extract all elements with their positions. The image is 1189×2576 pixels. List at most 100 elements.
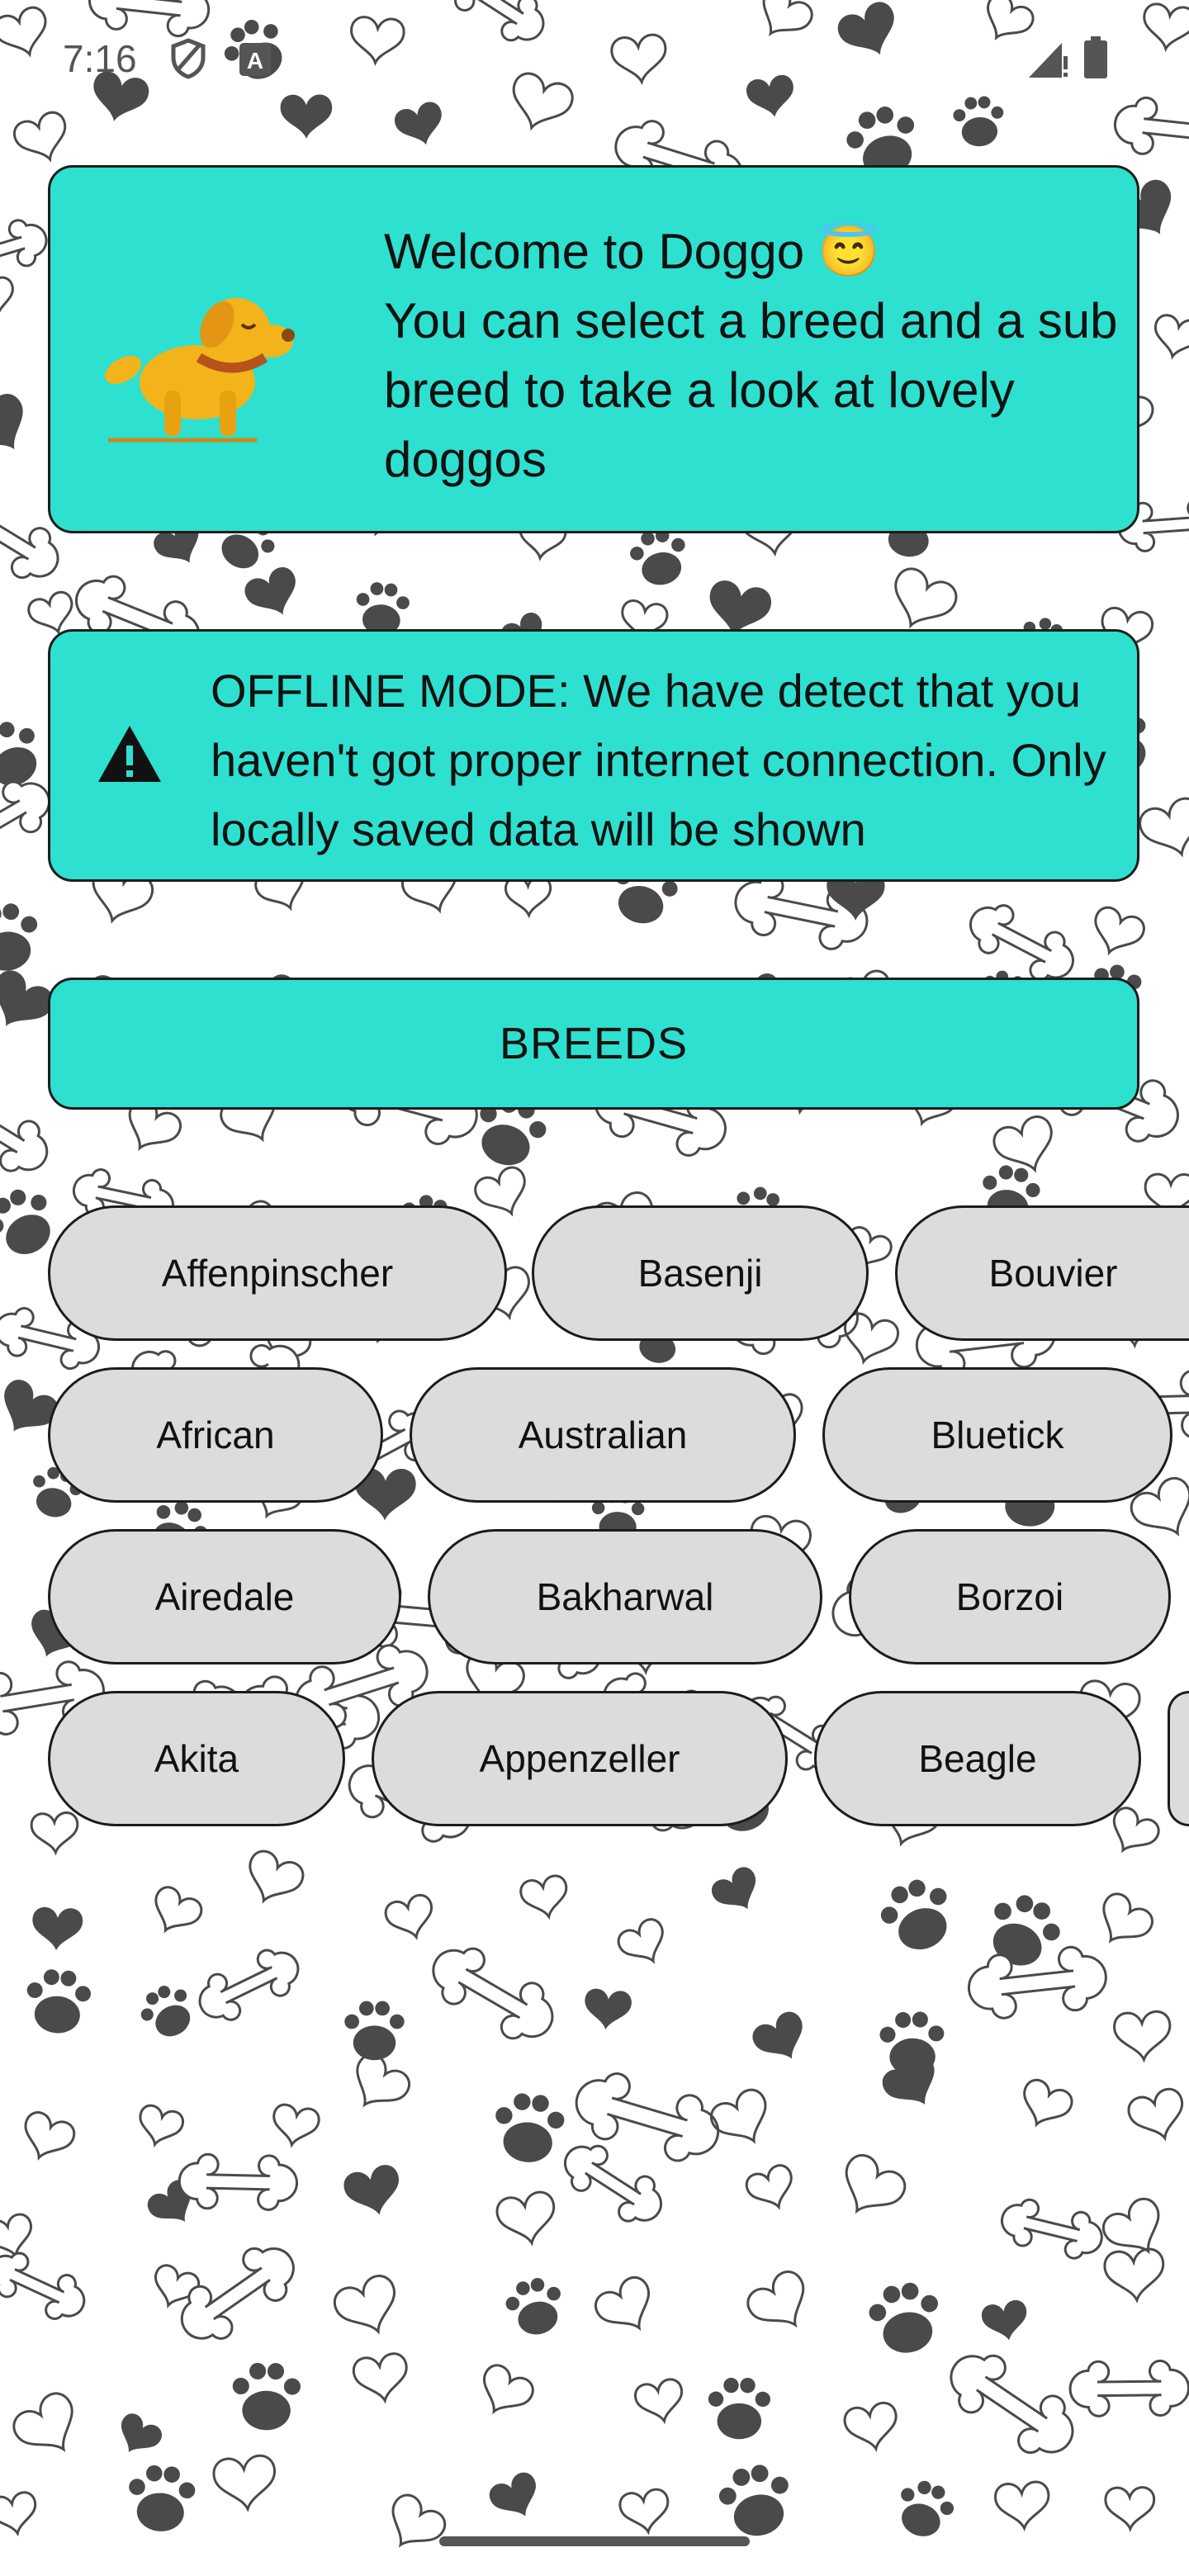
heart-pattern-icon — [594, 2275, 651, 2332]
heart-pattern-icon — [504, 875, 552, 919]
battery-icon — [1084, 36, 1107, 78]
heart-pattern-icon — [745, 2164, 793, 2210]
heart-pattern-icon — [617, 1918, 664, 1964]
breed-chip[interactable]: Appenzeller — [372, 1691, 788, 1826]
heart-pattern-icon — [24, 2111, 76, 2162]
breed-chip[interactable]: Australian — [410, 1367, 796, 1503]
heart-pattern-icon — [1094, 906, 1145, 956]
breed-chip-label: Akita — [154, 1737, 239, 1780]
heart-pattern-icon — [32, 1906, 83, 1951]
status-bar: 7:16 A — [0, 0, 1189, 116]
paw-pattern-icon — [232, 2362, 301, 2431]
breed-chip-label: African — [156, 1413, 275, 1456]
bone-pattern-icon — [1068, 2359, 1189, 2417]
heart-pattern-icon — [712, 1867, 756, 1910]
heart-pattern-icon — [244, 567, 296, 615]
heart-pattern-icon — [1104, 2486, 1156, 2532]
heart-pattern-icon — [1127, 2087, 1184, 2142]
breed-chip-label: Airedale — [154, 1575, 295, 1618]
paw-pattern-icon — [129, 2465, 196, 2531]
heart-pattern-icon — [752, 2011, 803, 2059]
bone-pattern-icon — [1001, 2198, 1103, 2260]
heart-pattern-icon — [391, 2493, 447, 2548]
welcome-text: Welcome to Doggo 😇 You can select a bree… — [384, 217, 1127, 495]
breed-chip[interactable]: Beagle — [814, 1691, 1141, 1826]
breed-chip[interactable]: Bluetick — [822, 1367, 1172, 1503]
breed-chip[interactable]: Basenji — [532, 1205, 869, 1341]
welcome-body: You can select a breed and a sub breed t… — [384, 293, 1118, 487]
heart-pattern-icon — [845, 2153, 907, 2214]
paw-pattern-icon — [26, 1969, 91, 2034]
heart-pattern-icon — [384, 1894, 433, 1940]
heart-pattern-icon — [710, 2088, 767, 2144]
bone-pattern-icon — [198, 1949, 300, 2021]
font-a-icon: A — [239, 43, 271, 76]
breed-chip[interactable]: Affenpinscher — [48, 1205, 507, 1341]
offline-message: OFFLINE MODE: We have detect that you ha… — [211, 665, 1106, 855]
breed-chip-label: Appenzeller — [479, 1737, 680, 1780]
breed-chip[interactable] — [1168, 1691, 1189, 1826]
bone-pattern-icon — [0, 219, 48, 282]
heart-pattern-icon — [994, 2480, 1050, 2532]
bone-pattern-icon — [432, 1947, 554, 2040]
heart-pattern-icon — [0, 2491, 37, 2537]
heart-pattern-icon — [746, 2271, 805, 2328]
heart-pattern-icon — [982, 2299, 1027, 2341]
breed-chip-label: Australian — [518, 1413, 688, 1456]
breeds-button[interactable]: BREEDS — [48, 978, 1139, 1110]
heart-pattern-icon — [618, 2488, 670, 2536]
heart-pattern-icon — [1102, 1892, 1153, 1944]
paw-pattern-icon — [869, 2282, 938, 2353]
breed-chip-label: Beagle — [918, 1737, 1037, 1780]
paw-pattern-icon — [140, 1986, 191, 2037]
bone-pattern-icon — [564, 2144, 662, 2223]
breed-chip[interactable]: Akita — [48, 1691, 345, 1826]
heart-pattern-icon — [882, 2055, 935, 2105]
bone-pattern-icon — [178, 2152, 299, 2211]
breed-chip[interactable]: African — [48, 1367, 383, 1503]
heart-pattern-icon — [1154, 314, 1189, 360]
heart-pattern-icon — [343, 2165, 399, 2215]
paw-pattern-icon — [901, 2480, 955, 2536]
breed-chip-label: Bakharwal — [536, 1575, 714, 1618]
home-indicator[interactable] — [439, 2536, 750, 2546]
heart-pattern-icon — [585, 1988, 632, 2030]
heart-pattern-icon — [1139, 797, 1189, 858]
paw-pattern-icon — [718, 2465, 789, 2536]
paw-pattern-icon — [708, 2377, 771, 2440]
welcome-card: Welcome to Doggo 😇 You can select a bree… — [48, 165, 1139, 533]
bone-pattern-icon — [950, 2354, 1074, 2455]
bone-pattern-icon — [969, 904, 1074, 982]
bone-pattern-icon — [180, 2247, 295, 2340]
paw-pattern-icon — [344, 2001, 405, 2061]
heart-pattern-icon — [894, 567, 958, 629]
breeds-button-label: BREEDS — [499, 1019, 689, 1068]
breed-chip[interactable]: Bouvier — [895, 1205, 1189, 1341]
heart-pattern-icon — [356, 2053, 411, 2108]
shield-icon — [171, 38, 206, 79]
dog-illustration-icon — [105, 298, 295, 443]
heart-pattern-icon — [0, 393, 23, 450]
heart-pattern-icon — [121, 2413, 162, 2453]
paw-pattern-icon — [880, 1879, 947, 1950]
breed-chip[interactable]: Borzoi — [849, 1529, 1171, 1664]
breed-chip[interactable]: Airedale — [48, 1529, 401, 1664]
heart-pattern-icon — [353, 2352, 408, 2404]
heart-pattern-icon — [489, 2472, 536, 2517]
heart-pattern-icon — [843, 2401, 898, 2452]
heart-pattern-icon — [139, 2104, 184, 2148]
breed-chip-label: Basenji — [637, 1252, 763, 1295]
heart-pattern-icon — [0, 276, 14, 320]
heart-pattern-icon — [1023, 2078, 1073, 2128]
heart-pattern-icon — [212, 2454, 276, 2512]
paw-pattern-icon — [505, 2278, 561, 2335]
breed-chip-label: Bluetick — [931, 1413, 1064, 1456]
heart-pattern-icon — [1103, 2247, 1165, 2304]
breed-chip-label: Affenpinscher — [161, 1252, 394, 1295]
paw-pattern-icon — [630, 528, 685, 585]
svg-text:A: A — [247, 48, 263, 73]
heart-pattern-icon — [154, 1886, 203, 1934]
paw-pattern-icon — [0, 903, 38, 971]
breed-chip[interactable]: Bakharwal — [428, 1529, 822, 1664]
breed-chip-label: Bouvier — [988, 1252, 1118, 1295]
